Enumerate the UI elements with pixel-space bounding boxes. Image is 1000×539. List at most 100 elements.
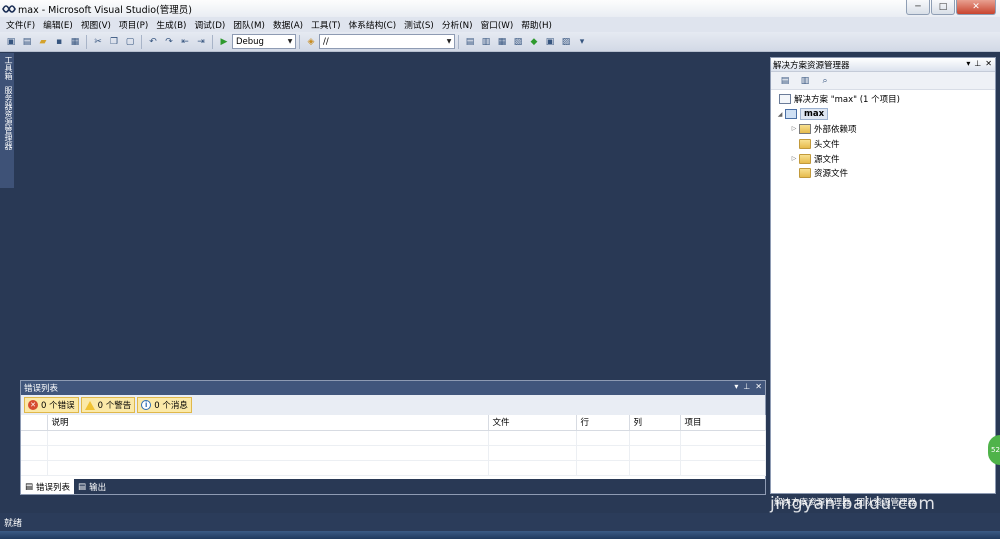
column-header-column[interactable]: 列 bbox=[629, 415, 681, 431]
menu-build[interactable]: 生成(B) bbox=[152, 18, 190, 31]
error-list-table: 说明 文件 行 列 项目 bbox=[21, 415, 766, 476]
find-in-files-icon[interactable]: ◈ bbox=[304, 35, 318, 49]
tree-item-source-files[interactable]: ▷ 源文件 bbox=[771, 151, 995, 166]
toolbar-separator bbox=[212, 34, 213, 49]
error-list-filters: ✕ 0 个错误 0 个警告 i 0 个消息 bbox=[21, 395, 765, 415]
solution-explorer-title: 解决方案资源管理器 bbox=[773, 60, 850, 71]
chevron-down-icon: ▼ bbox=[287, 38, 293, 45]
tab-label: 错误列表 bbox=[36, 482, 71, 493]
toolbar-separator bbox=[141, 34, 142, 49]
solution-explorer-icon[interactable]: ▤ bbox=[463, 35, 477, 49]
menu-view[interactable]: 视图(V) bbox=[77, 18, 115, 31]
column-header-line[interactable]: 行 bbox=[576, 415, 630, 431]
warnings-count-label: 0 个警告 bbox=[97, 401, 132, 411]
menu-architecture[interactable]: 体系结构(C) bbox=[345, 18, 401, 31]
properties-icon[interactable]: ▥ bbox=[479, 35, 493, 49]
find-combo[interactable]: // ▼ bbox=[319, 34, 455, 49]
play-icon[interactable]: ▶ bbox=[217, 35, 231, 49]
menu-window[interactable]: 窗口(W) bbox=[476, 18, 517, 31]
error-list-header: 错误列表 ▾ ⊥ ✕ bbox=[21, 381, 765, 395]
pin-icon[interactable]: ⊥ bbox=[974, 59, 981, 68]
floating-badge[interactable]: 52 bbox=[988, 435, 1000, 465]
save-all-icon[interactable]: ▦ bbox=[68, 35, 82, 49]
minimize-button[interactable]: ─ bbox=[906, 0, 930, 15]
folder-icon bbox=[799, 168, 811, 179]
errors-count-label: 0 个错误 bbox=[41, 401, 75, 411]
object-browser-icon[interactable]: ▦ bbox=[495, 35, 509, 49]
tree-item-external-dependencies[interactable]: ▷ 外部依赖项 bbox=[771, 122, 995, 137]
tab-error-list[interactable]: ▤ 错误列表 bbox=[21, 479, 75, 494]
tree-item-label: 解决方案 "max" (1 个项目) bbox=[794, 95, 900, 106]
toolbox-tab[interactable]: 工具箱 bbox=[0, 53, 14, 83]
add-item-icon[interactable]: ▤ bbox=[20, 35, 34, 49]
solution-explorer-header: 解决方案资源管理器 ▾ ⊥ ✕ bbox=[771, 58, 995, 72]
extension-manager-icon[interactable]: ◆ bbox=[527, 35, 541, 49]
watermark-text: jingyan.baidu.com bbox=[770, 494, 936, 514]
collapse-arrow-icon[interactable]: ◢ bbox=[775, 111, 785, 118]
undo-icon[interactable]: ↶ bbox=[146, 35, 160, 49]
tree-item-label: 源文件 bbox=[814, 154, 840, 165]
messages-filter-button[interactable]: i 0 个消息 bbox=[137, 397, 192, 413]
close-button[interactable]: ✕ bbox=[956, 0, 996, 15]
menu-edit[interactable]: 编辑(E) bbox=[39, 18, 77, 31]
dropdown-icon[interactable]: ▾ bbox=[966, 59, 970, 68]
menu-tools[interactable]: 工具(T) bbox=[307, 18, 344, 31]
navigate-backward-icon[interactable]: ⇤ bbox=[178, 35, 192, 49]
new-project-icon[interactable]: ▣ bbox=[4, 35, 18, 49]
menu-team[interactable]: 团队(M) bbox=[229, 18, 269, 31]
menu-debug[interactable]: 调试(D) bbox=[190, 18, 229, 31]
tree-item-header-files[interactable]: 头文件 bbox=[771, 136, 995, 151]
start-page-icon[interactable]: ▣ bbox=[543, 35, 557, 49]
toolbar-separator bbox=[86, 34, 87, 49]
column-header-description[interactable]: 说明 bbox=[47, 415, 489, 431]
server-explorer-tab[interactable]: 服务器资源管理器 bbox=[0, 83, 14, 153]
expand-arrow-icon[interactable]: ▷ bbox=[789, 125, 799, 132]
editor-area bbox=[14, 53, 770, 380]
open-folder-icon[interactable]: ▰ bbox=[36, 35, 50, 49]
menu-data[interactable]: 数据(A) bbox=[269, 18, 307, 31]
redo-icon[interactable]: ↷ bbox=[162, 35, 176, 49]
restore-button[interactable]: □ bbox=[931, 0, 955, 15]
tab-output[interactable]: ▤ 输出 bbox=[74, 479, 110, 494]
tree-item-label: 头文件 bbox=[814, 139, 840, 150]
menu-file[interactable]: 文件(F) bbox=[2, 18, 39, 31]
menu-analyze[interactable]: 分析(N) bbox=[438, 18, 477, 31]
show-all-files-icon[interactable]: ▥ bbox=[798, 74, 812, 88]
solution-config-dropdown[interactable]: Debug ▼ bbox=[232, 34, 296, 49]
paste-icon[interactable]: ▢ bbox=[123, 35, 137, 49]
standard-toolbar: ▣ ▤ ▰ ▪ ▦ ✂ ❐ ▢ ↶ ↷ ⇤ ⇥ ▶ Debug ▼ ◈ // ▼… bbox=[0, 32, 1000, 52]
column-header-project[interactable]: 项目 bbox=[680, 415, 766, 431]
tree-item-solution[interactable]: 解决方案 "max" (1 个项目) bbox=[771, 92, 995, 107]
copy-icon[interactable]: ❐ bbox=[107, 35, 121, 49]
toolbox-icon[interactable]: ▧ bbox=[511, 35, 525, 49]
warnings-filter-button[interactable]: 0 个警告 bbox=[80, 397, 136, 413]
toolbar-separator bbox=[299, 34, 300, 49]
menu-test[interactable]: 测试(S) bbox=[400, 18, 438, 31]
navigate-forward-icon[interactable]: ⇥ bbox=[194, 35, 208, 49]
toolbar-options-icon[interactable]: ▾ bbox=[575, 35, 589, 49]
column-header-file[interactable]: 文件 bbox=[488, 415, 577, 431]
column-header-category[interactable] bbox=[21, 415, 48, 431]
menu-help[interactable]: 帮助(H) bbox=[517, 18, 556, 31]
expand-arrow-icon[interactable]: ▷ bbox=[789, 155, 799, 162]
tree-item-project[interactable]: ◢ max bbox=[771, 107, 995, 122]
menu-project[interactable]: 项目(P) bbox=[115, 18, 152, 31]
tree-item-resource-files[interactable]: 资源文件 bbox=[771, 166, 995, 181]
properties-icon[interactable]: ▤ bbox=[778, 74, 792, 88]
project-icon bbox=[785, 109, 797, 120]
status-bar: 就绪 bbox=[0, 513, 1000, 531]
pin-icon[interactable]: ⊥ bbox=[743, 382, 750, 391]
errors-filter-button[interactable]: ✕ 0 个错误 bbox=[24, 397, 79, 413]
chevron-down-icon: ▼ bbox=[446, 38, 452, 45]
cut-icon[interactable]: ✂ bbox=[91, 35, 105, 49]
info-icon: i bbox=[141, 400, 152, 410]
save-icon[interactable]: ▪ bbox=[52, 35, 66, 49]
tree-item-label: 外部依赖项 bbox=[814, 124, 857, 135]
visual-studio-icon bbox=[2, 4, 16, 14]
close-icon[interactable]: ✕ bbox=[755, 382, 762, 391]
dropdown-icon[interactable]: ▾ bbox=[734, 382, 738, 391]
close-icon[interactable]: ✕ bbox=[985, 59, 992, 68]
solution-icon bbox=[779, 94, 791, 105]
command-window-icon[interactable]: ▨ bbox=[559, 35, 573, 49]
class-view-icon[interactable]: ⌕ bbox=[818, 74, 832, 88]
